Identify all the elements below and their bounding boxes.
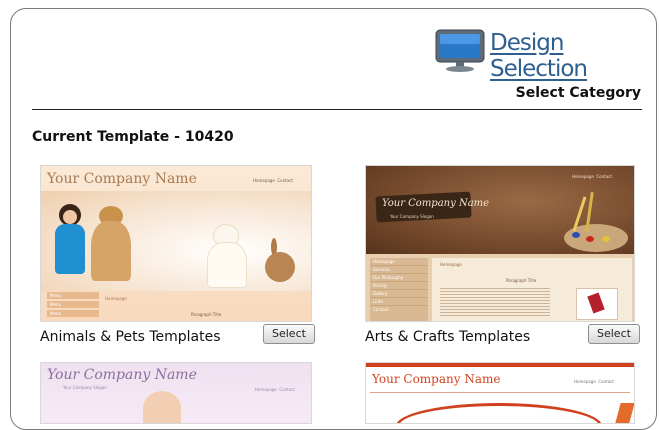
preview-nav: Homepage Contact [574, 379, 614, 384]
preview-nav: Homepage Contact [255, 387, 295, 392]
preview-company-name: Your Company Name [47, 171, 197, 187]
template-preview-red[interactable]: Your Company Name Homepage Contact [365, 362, 635, 424]
current-template-label: Current Template - 10420 [32, 129, 234, 145]
preview-section: Homepage [440, 262, 462, 267]
header-divider [32, 109, 642, 110]
preview-nav-item: Homepage [255, 387, 277, 392]
monitor-icon [435, 29, 485, 72]
page-subtitle: Select Category [515, 85, 641, 101]
preview-side-menu: Homepage Services Our Philosophy Pricing… [370, 258, 428, 321]
preview-nav-item: Contact [596, 174, 612, 179]
preview-paragraph-title: Paragraph Title [506, 278, 537, 283]
preview-slogan: Your Company Slogan [390, 214, 434, 219]
preview-slogan: Your Company Slogan [63, 385, 107, 390]
preview-company-name: Your Company Name [372, 372, 501, 386]
page-title: Design Selection [490, 30, 588, 82]
preview-section: Homepage [105, 296, 127, 301]
template-preview-animals[interactable]: Your Company Name Homepage Contact Menu … [40, 165, 312, 322]
preview-nav: Homepage Contact [572, 174, 612, 179]
select-animals-button[interactable]: Select [263, 324, 315, 344]
preview-paragraph-title: Paragraph Title [191, 312, 222, 317]
preview-nav-item: Contact [277, 178, 293, 183]
preview-side-menu: Menu Menu Menu [47, 292, 99, 321]
preview-company-name: Your Company Name [382, 198, 490, 209]
template-preview-baby[interactable]: Your Company Name Your Company Slogan Ho… [40, 362, 312, 424]
select-arts-button[interactable]: Select [588, 324, 640, 344]
template-preview-arts[interactable]: Your Company Name Your Company Slogan Ho… [365, 165, 635, 322]
preview-nav-item: Homepage [572, 174, 594, 179]
preview-nav-item: Contact [279, 387, 295, 392]
preview-banner-swoosh [396, 403, 602, 423]
preview-nav-item: Homepage [253, 178, 275, 183]
preview-photo-baby [143, 391, 181, 423]
preview-nav-item: Homepage [574, 379, 596, 384]
template-caption: Arts & Crafts Templates [365, 329, 531, 345]
preview-nav: Homepage Contact [253, 178, 293, 183]
preview-nav-item: Contact [598, 379, 614, 384]
template-caption: Animals & Pets Templates [40, 329, 221, 345]
preview-company-name: Your Company Name [47, 367, 197, 383]
